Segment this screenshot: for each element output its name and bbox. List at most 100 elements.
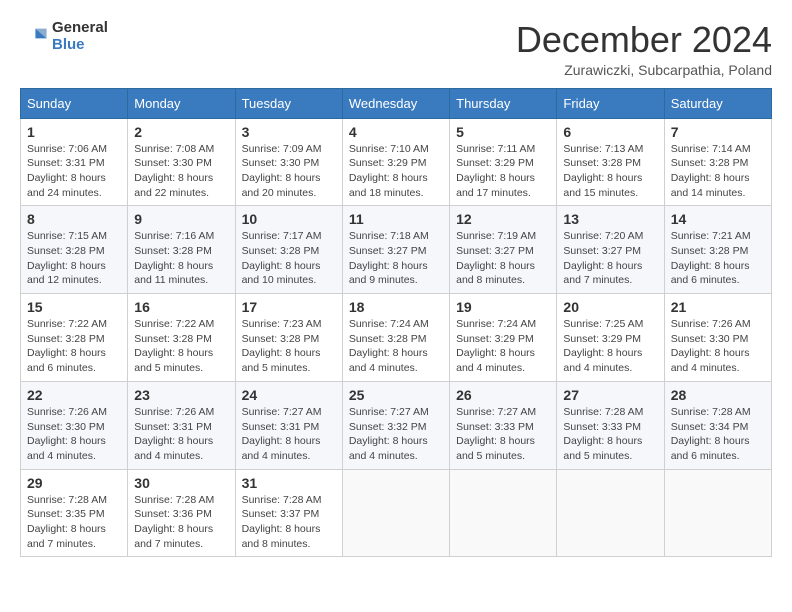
day-info: Sunrise: 7:28 AMSunset: 3:37 PMDaylight:… [242, 493, 336, 552]
calendar-week-1: 1 Sunrise: 7:06 AMSunset: 3:31 PMDaylight… [21, 118, 772, 206]
day-number: 20 [563, 299, 657, 315]
day-info: Sunrise: 7:26 AMSunset: 3:30 PMDaylight:… [671, 317, 765, 376]
weekday-header-monday: Monday [128, 88, 235, 118]
page-header: General Blue December 2024 Zurawiczki, S… [20, 20, 772, 78]
day-info: Sunrise: 7:28 AMSunset: 3:34 PMDaylight:… [671, 405, 765, 464]
day-info: Sunrise: 7:18 AMSunset: 3:27 PMDaylight:… [349, 229, 443, 288]
calendar-cell: 31Sunrise: 7:28 AMSunset: 3:37 PMDayligh… [235, 469, 342, 557]
day-info: Sunrise: 7:15 AMSunset: 3:28 PMDaylight:… [27, 229, 121, 288]
calendar-week-2: 8 Sunrise: 7:15 AMSunset: 3:28 PMDaylight… [21, 206, 772, 294]
day-number: 30 [134, 475, 228, 491]
day-number: 7 [671, 124, 765, 140]
day-number: 2 [134, 124, 228, 140]
calendar-cell: 25 Sunrise: 7:27 AMSunset: 3:32 PMDayligh… [342, 381, 449, 469]
day-number: 27 [563, 387, 657, 403]
day-info: Sunrise: 7:22 AMSunset: 3:28 PMDaylight:… [134, 317, 228, 376]
calendar-cell: 22 Sunrise: 7:26 AMSunset: 3:30 PMDayligh… [21, 381, 128, 469]
calendar-week-4: 22 Sunrise: 7:26 AMSunset: 3:30 PMDayligh… [21, 381, 772, 469]
day-number: 8 [27, 211, 121, 227]
calendar-cell [450, 469, 557, 557]
calendar-cell [557, 469, 664, 557]
calendar-cell: 27 Sunrise: 7:28 AMSunset: 3:33 PMDayligh… [557, 381, 664, 469]
calendar-cell: 11 Sunrise: 7:18 AMSunset: 3:27 PMDayligh… [342, 206, 449, 294]
calendar-header: SundayMondayTuesdayWednesdayThursdayFrid… [21, 88, 772, 118]
day-number: 23 [134, 387, 228, 403]
day-info: Sunrise: 7:23 AMSunset: 3:28 PMDaylight:… [242, 317, 336, 376]
day-number: 17 [242, 299, 336, 315]
calendar-cell: 17 Sunrise: 7:23 AMSunset: 3:28 PMDayligh… [235, 294, 342, 382]
day-info: Sunrise: 7:14 AMSunset: 3:28 PMDaylight:… [671, 142, 765, 201]
day-info: Sunrise: 7:28 AMSunset: 3:35 PMDaylight:… [27, 493, 121, 552]
day-info: Sunrise: 7:06 AMSunset: 3:31 PMDaylight:… [27, 142, 121, 201]
calendar-week-5: 29 Sunrise: 7:28 AMSunset: 3:35 PMDayligh… [21, 469, 772, 557]
calendar-cell: 18 Sunrise: 7:24 AMSunset: 3:28 PMDayligh… [342, 294, 449, 382]
calendar-cell: 14Sunrise: 7:21 AMSunset: 3:28 PMDayligh… [664, 206, 771, 294]
day-number: 16 [134, 299, 228, 315]
day-info: Sunrise: 7:11 AMSunset: 3:29 PMDaylight:… [456, 142, 550, 201]
day-info: Sunrise: 7:26 AMSunset: 3:31 PMDaylight:… [134, 405, 228, 464]
weekday-header-row: SundayMondayTuesdayWednesdayThursdayFrid… [21, 88, 772, 118]
day-info: Sunrise: 7:16 AMSunset: 3:28 PMDaylight:… [134, 229, 228, 288]
day-number: 26 [456, 387, 550, 403]
calendar-cell [664, 469, 771, 557]
weekday-header-thursday: Thursday [450, 88, 557, 118]
logo-general-text: General [52, 20, 108, 37]
day-info: Sunrise: 7:08 AMSunset: 3:30 PMDaylight:… [134, 142, 228, 201]
day-info: Sunrise: 7:13 AMSunset: 3:28 PMDaylight:… [563, 142, 657, 201]
day-number: 10 [242, 211, 336, 227]
day-info: Sunrise: 7:10 AMSunset: 3:29 PMDaylight:… [349, 142, 443, 201]
logo-icon [20, 23, 48, 51]
calendar-cell: 29 Sunrise: 7:28 AMSunset: 3:35 PMDayligh… [21, 469, 128, 557]
day-number: 9 [134, 211, 228, 227]
calendar-cell: 23 Sunrise: 7:26 AMSunset: 3:31 PMDayligh… [128, 381, 235, 469]
day-number: 18 [349, 299, 443, 315]
day-info: Sunrise: 7:28 AMSunset: 3:33 PMDaylight:… [563, 405, 657, 464]
day-number: 5 [456, 124, 550, 140]
calendar-cell: 13 Sunrise: 7:20 AMSunset: 3:27 PMDayligh… [557, 206, 664, 294]
day-number: 11 [349, 211, 443, 227]
calendar-cell: 21 Sunrise: 7:26 AMSunset: 3:30 PMDayligh… [664, 294, 771, 382]
logo-blue-text: Blue [52, 37, 108, 54]
logo: General Blue [20, 20, 108, 53]
calendar-cell: 28 Sunrise: 7:28 AMSunset: 3:34 PMDayligh… [664, 381, 771, 469]
day-info: Sunrise: 7:20 AMSunset: 3:27 PMDaylight:… [563, 229, 657, 288]
day-info: Sunrise: 7:24 AMSunset: 3:28 PMDaylight:… [349, 317, 443, 376]
day-number: 12 [456, 211, 550, 227]
calendar-cell [342, 469, 449, 557]
day-number: 28 [671, 387, 765, 403]
day-info: Sunrise: 7:28 AMSunset: 3:36 PMDaylight:… [134, 493, 228, 552]
calendar-cell: 20Sunrise: 7:25 AMSunset: 3:29 PMDayligh… [557, 294, 664, 382]
day-info: Sunrise: 7:24 AMSunset: 3:29 PMDaylight:… [456, 317, 550, 376]
day-number: 29 [27, 475, 121, 491]
calendar-cell: 24Sunrise: 7:27 AMSunset: 3:31 PMDayligh… [235, 381, 342, 469]
day-info: Sunrise: 7:26 AMSunset: 3:30 PMDaylight:… [27, 405, 121, 464]
calendar-body: 1 Sunrise: 7:06 AMSunset: 3:31 PMDaylight… [21, 118, 772, 557]
calendar-cell: 10Sunrise: 7:17 AMSunset: 3:28 PMDayligh… [235, 206, 342, 294]
day-number: 24 [242, 387, 336, 403]
day-number: 1 [27, 124, 121, 140]
day-info: Sunrise: 7:27 AMSunset: 3:32 PMDaylight:… [349, 405, 443, 464]
calendar-cell: 26 Sunrise: 7:27 AMSunset: 3:33 PMDayligh… [450, 381, 557, 469]
weekday-header-saturday: Saturday [664, 88, 771, 118]
day-info: Sunrise: 7:27 AMSunset: 3:33 PMDaylight:… [456, 405, 550, 464]
calendar-cell: 8 Sunrise: 7:15 AMSunset: 3:28 PMDaylight… [21, 206, 128, 294]
weekday-header-friday: Friday [557, 88, 664, 118]
day-info: Sunrise: 7:09 AMSunset: 3:30 PMDaylight:… [242, 142, 336, 201]
calendar-cell: 30 Sunrise: 7:28 AMSunset: 3:36 PMDayligh… [128, 469, 235, 557]
day-number: 22 [27, 387, 121, 403]
day-info: Sunrise: 7:22 AMSunset: 3:28 PMDaylight:… [27, 317, 121, 376]
calendar-cell: 7 Sunrise: 7:14 AMSunset: 3:28 PMDaylight… [664, 118, 771, 206]
weekday-header-wednesday: Wednesday [342, 88, 449, 118]
day-number: 15 [27, 299, 121, 315]
day-number: 13 [563, 211, 657, 227]
day-info: Sunrise: 7:21 AMSunset: 3:28 PMDaylight:… [671, 229, 765, 288]
calendar-cell: 9 Sunrise: 7:16 AMSunset: 3:28 PMDaylight… [128, 206, 235, 294]
calendar-table: SundayMondayTuesdayWednesdayThursdayFrid… [20, 88, 772, 558]
logo-text: General Blue [52, 20, 108, 53]
day-number: 25 [349, 387, 443, 403]
calendar-week-3: 15 Sunrise: 7:22 AMSunset: 3:28 PMDayligh… [21, 294, 772, 382]
day-number: 19 [456, 299, 550, 315]
day-number: 3 [242, 124, 336, 140]
day-number: 4 [349, 124, 443, 140]
day-number: 21 [671, 299, 765, 315]
